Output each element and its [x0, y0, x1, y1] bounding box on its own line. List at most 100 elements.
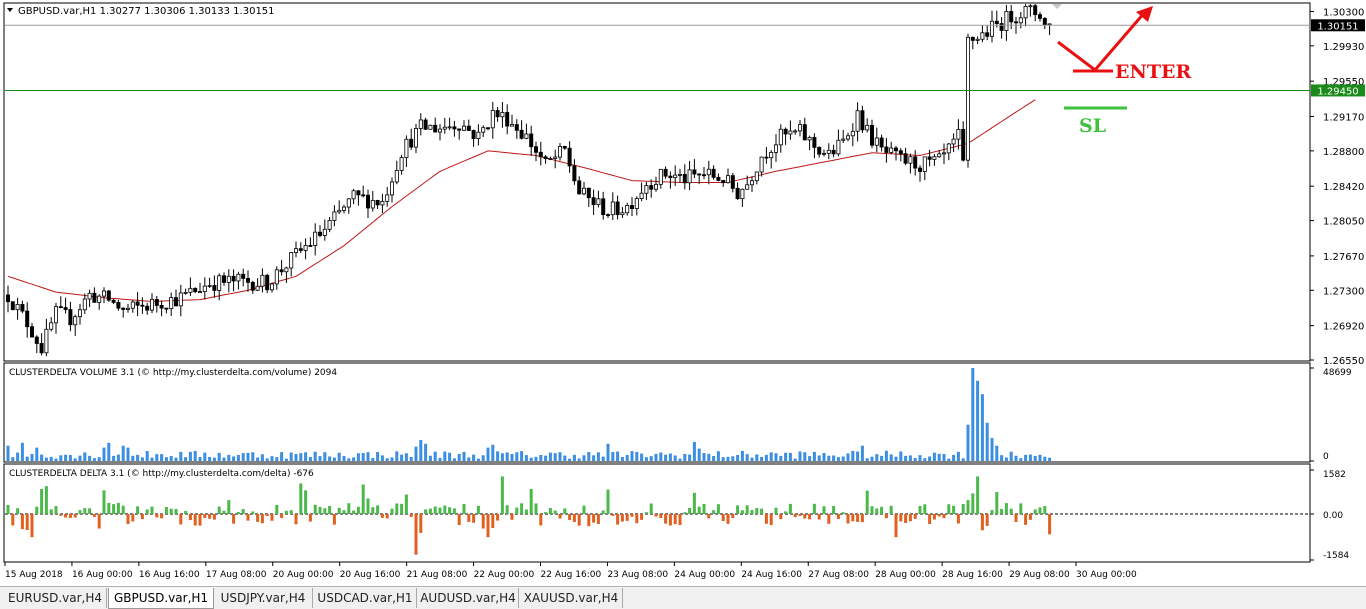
bear-candle-body [682, 174, 687, 184]
delta-bar-negative [803, 514, 807, 519]
volume-bar [851, 450, 855, 461]
volume-bar [203, 452, 207, 461]
time-tick-label: 30 Aug 00:00 [1076, 570, 1137, 580]
bull-candle-body [447, 126, 452, 129]
volume-bar [30, 453, 34, 461]
volume-bar [155, 454, 159, 461]
tab-eurusd[interactable]: EURUSD.var,H4 [4, 588, 107, 608]
bull-candle-body [413, 128, 418, 148]
bull-candle-body [1028, 5, 1033, 8]
volume-bar [280, 452, 284, 461]
volume-bar [678, 458, 682, 461]
volume-bar [707, 453, 711, 461]
volume-bar [323, 452, 327, 461]
delta-bar-positive [462, 503, 466, 514]
bull-candle-body [658, 168, 663, 185]
chart-symbol-title: GBPUSD.var,H1 1.30277 1.30306 1.30133 1.… [18, 6, 275, 17]
delta-bar-positive [880, 506, 884, 514]
delta-bar-negative [884, 514, 888, 519]
bull-candle-body [303, 245, 308, 251]
bear-candle-body [783, 128, 788, 135]
chart-canvas[interactable]: 1.303001.299301.295501.291701.288001.284… [0, 0, 1366, 586]
volume-bar [366, 452, 370, 461]
volume-bar [961, 458, 965, 461]
bull-candle-body [836, 139, 841, 155]
bear-candle-body [994, 20, 999, 24]
volume-bar [548, 452, 552, 461]
volume-bar [102, 447, 106, 461]
delta-bar-negative [270, 514, 274, 521]
bear-candle-body [721, 180, 726, 184]
delta-bar-positive [217, 506, 221, 514]
delta-bar-negative [208, 514, 212, 519]
bear-candle-body [159, 305, 164, 309]
bear-candle-body [918, 167, 923, 172]
volume-bar [779, 455, 783, 461]
volume-bar [1004, 457, 1008, 461]
volume-bar [928, 456, 932, 461]
delta-bar-negative [496, 514, 500, 521]
tab-usdcad[interactable]: USDCAD.var,H1 [314, 588, 417, 608]
delta-bar-positive [750, 509, 754, 514]
bear-candle-body [1014, 21, 1019, 24]
tab-xauusd[interactable]: XAUUSD.var,H4 [520, 588, 623, 608]
bear-candle-body [577, 180, 582, 195]
delta-bar-positive [918, 506, 922, 514]
delta-bar-positive [923, 504, 927, 514]
delta-bar-positive [328, 505, 332, 514]
bear-candle-body [663, 168, 668, 177]
delta-bar-positive [524, 509, 528, 514]
delta-bar-positive [553, 510, 557, 514]
bull-candle-body [15, 304, 20, 311]
volume-bar [289, 452, 293, 461]
bull-candle-body [975, 38, 980, 41]
delta-bar-negative [126, 514, 130, 525]
bear-candle-body [20, 304, 25, 312]
bear-candle-body [111, 299, 116, 303]
volume-bar [443, 451, 447, 461]
delta-tick-label: 0.00 [1323, 511, 1343, 521]
tab-audusd[interactable]: AUDUSD.var,H4 [418, 588, 519, 608]
bear-candle-body [116, 301, 121, 309]
delta-bar-negative [659, 514, 663, 519]
volume-bar [582, 455, 586, 461]
delta-bar-positive [841, 512, 845, 514]
bear-candle-body [1042, 17, 1047, 26]
delta-bar-positive [515, 507, 519, 514]
volume-bar [131, 455, 135, 461]
volume-bar [524, 455, 528, 461]
time-tick-label: 24 Aug 16:00 [741, 570, 802, 580]
delta-bar-negative [260, 514, 264, 524]
bear-candle-body [692, 169, 697, 175]
delta-bar-negative [908, 514, 912, 522]
volume-indicator-title: CLUSTERDELTA VOLUME 3.1 (© http://my.clu… [9, 368, 337, 378]
delta-bar-negative [294, 514, 298, 525]
bull-candle-body [428, 124, 433, 130]
delta-bar-positive [745, 505, 749, 514]
volume-bar [481, 455, 485, 461]
delta-bar-positive [534, 503, 538, 514]
bear-candle-body [879, 137, 884, 148]
delta-bar-negative [280, 514, 284, 519]
delta-bar-positive [716, 504, 720, 514]
tab-gbpusd[interactable]: GBPUSD.var,H1 [108, 588, 214, 609]
bull-candle-body [126, 307, 131, 310]
bull-candle-body [236, 273, 241, 282]
volume-bar [942, 453, 946, 461]
bear-candle-body [245, 277, 250, 283]
delta-bar-negative [20, 514, 24, 530]
bull-candle-body [874, 137, 879, 146]
volume-bar [433, 451, 437, 461]
price-tick-label: 1.28800 [1323, 147, 1364, 158]
bear-candle-body [543, 156, 548, 159]
delta-bar-negative [1024, 514, 1028, 525]
delta-bar-positive [361, 484, 365, 514]
volume-bar [692, 441, 696, 461]
bear-candle-body [495, 110, 500, 118]
tab-usdjpy[interactable]: USDJPY.var,H4 [214, 588, 313, 608]
bull-candle-body [951, 138, 956, 145]
volume-bar [212, 457, 216, 461]
volume-bar [539, 454, 543, 461]
bull-candle-body [442, 126, 447, 130]
delta-bar-negative [707, 514, 711, 519]
